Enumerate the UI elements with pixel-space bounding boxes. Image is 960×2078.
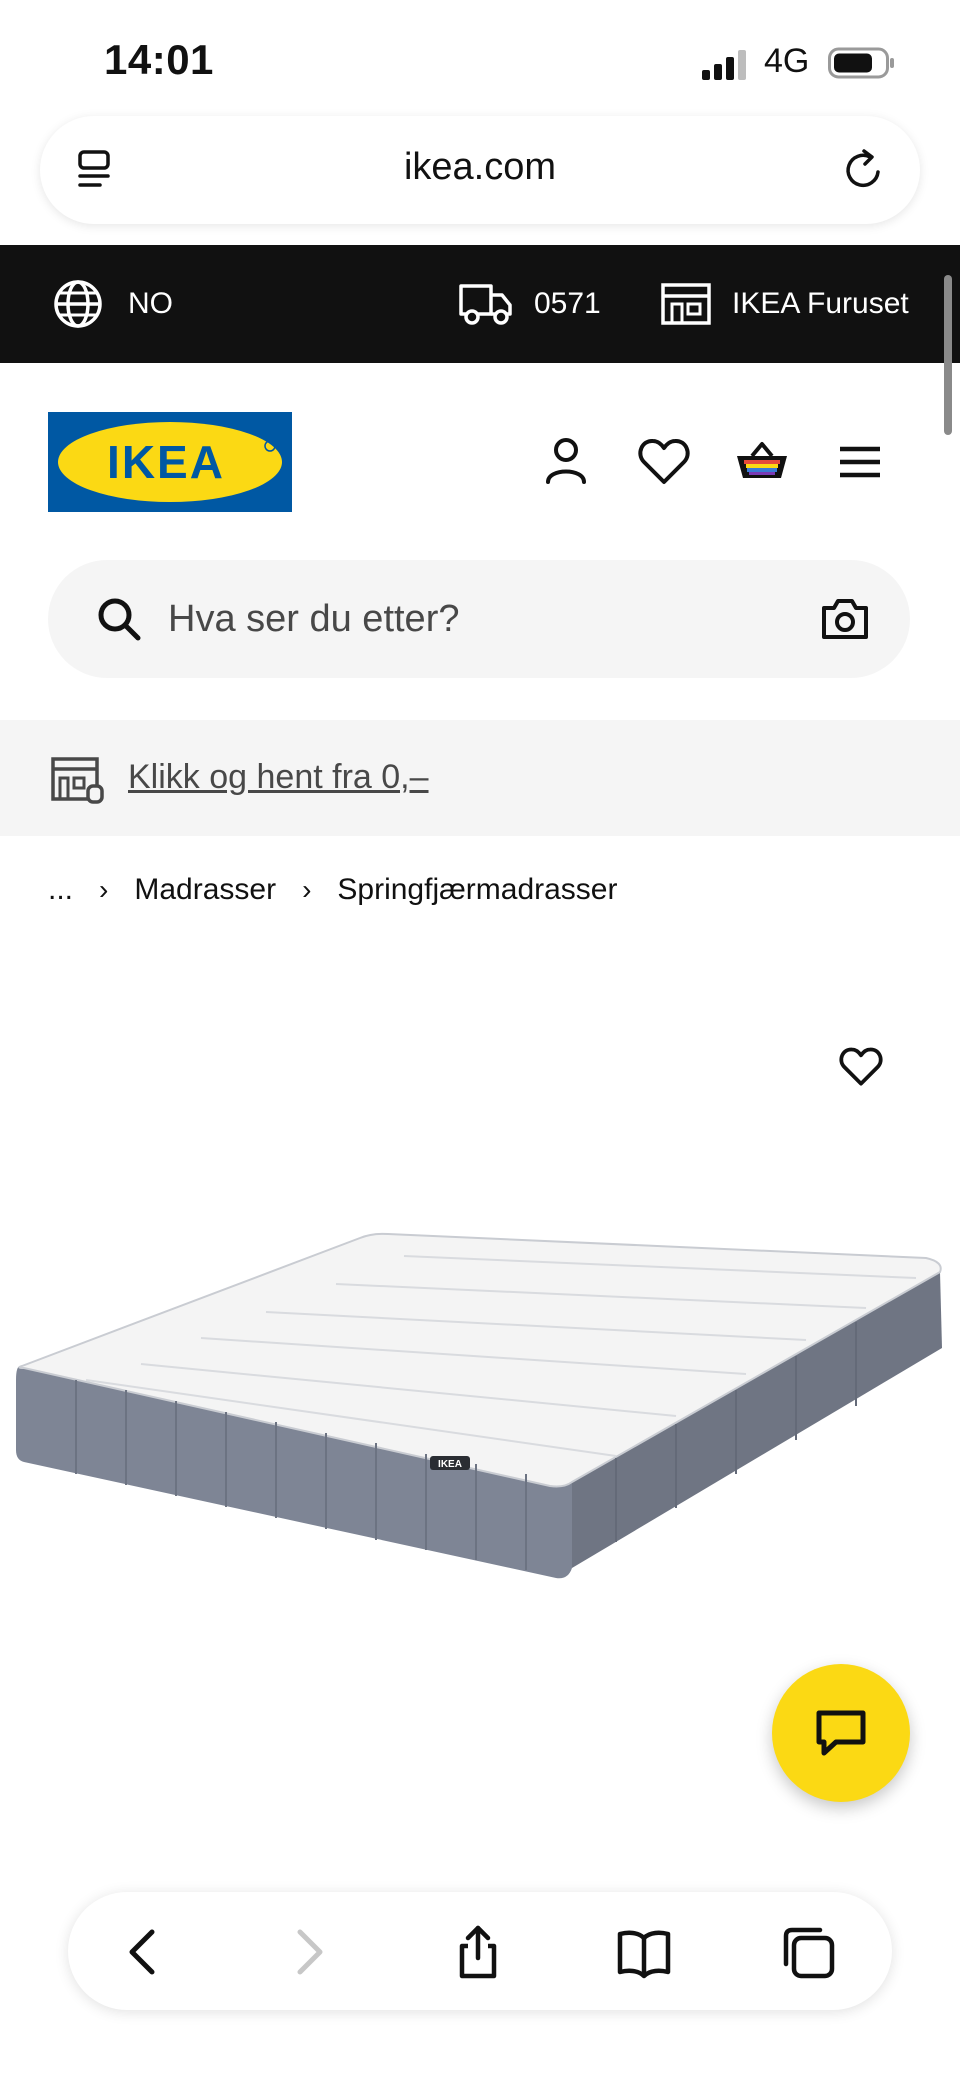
- back-icon[interactable]: [116, 1924, 172, 1980]
- language-selector[interactable]: NO: [52, 245, 173, 363]
- browser-toolbar: [68, 1892, 892, 2010]
- url-bar[interactable]: ikea.com: [40, 116, 920, 224]
- reload-icon[interactable]: [840, 146, 888, 194]
- user-icon[interactable]: [536, 432, 596, 492]
- breadcrumb-item-springfjaermadrasser[interactable]: Springfjærmadrasser: [337, 873, 617, 907]
- postcode-label: 0571: [534, 287, 601, 320]
- delivery-postcode[interactable]: 0571: [458, 245, 601, 363]
- breadcrumb-separator: ›: [302, 874, 312, 905]
- top-bar: NO 0571 IKEA Furuset: [0, 245, 960, 363]
- status-bar: 14:01 4G: [0, 0, 960, 112]
- favourite-heart-icon[interactable]: [836, 1042, 886, 1092]
- bookmarks-icon[interactable]: [616, 1924, 672, 1980]
- camera-icon[interactable]: [820, 596, 870, 642]
- hamburger-menu-icon[interactable]: [830, 432, 890, 492]
- forward-icon[interactable]: [280, 1924, 336, 1980]
- breadcrumb: ... › Madrasser › Springfjærmadrasser: [48, 868, 617, 912]
- battery-icon: [828, 47, 894, 79]
- url-text[interactable]: ikea.com: [40, 146, 920, 189]
- click-collect-banner: Klikk og hent fra 0,–: [0, 720, 960, 836]
- heart-icon[interactable]: [634, 432, 694, 492]
- network-label: 4G: [764, 42, 810, 80]
- delivery-truck-icon: [459, 284, 512, 325]
- store-label: IKEA Furuset: [732, 287, 909, 320]
- signal-icon: [702, 50, 746, 80]
- search-field[interactable]: Hva ser du etter?: [48, 560, 910, 678]
- breadcrumb-separator: ›: [99, 874, 109, 905]
- search-icon: [98, 598, 141, 641]
- search-placeholder[interactable]: Hva ser du etter?: [168, 598, 459, 641]
- mattress-label: IKEA: [438, 1459, 462, 1470]
- product-image-mattress[interactable]: IKEA: [16, 1230, 946, 1670]
- store-selector[interactable]: IKEA Furuset: [660, 245, 909, 363]
- svg-text:IKEA: IKEA: [107, 436, 225, 488]
- page: 14:01 4G ikea.com NO 0571 IKEA Furuset I…: [0, 0, 960, 2078]
- store-icon: [661, 283, 711, 325]
- shopping-basket-icon[interactable]: [732, 432, 792, 492]
- chat-icon: [816, 1710, 866, 1756]
- scrollbar[interactable]: [944, 275, 952, 435]
- language-label: NO: [128, 287, 173, 320]
- globe-icon: [54, 280, 102, 328]
- breadcrumb-ellipsis[interactable]: ...: [48, 873, 73, 907]
- share-icon[interactable]: [450, 1924, 506, 1980]
- tabs-icon[interactable]: [780, 1924, 836, 1980]
- click-collect-link[interactable]: Klikk og hent fra 0,–: [128, 758, 429, 797]
- breadcrumb-item-madrasser[interactable]: Madrasser: [134, 873, 276, 907]
- chat-button[interactable]: [772, 1664, 910, 1802]
- ikea-logo[interactable]: IKEA: [48, 412, 292, 512]
- status-time: 14:01: [104, 36, 214, 83]
- store-pickup-icon: [51, 757, 104, 804]
